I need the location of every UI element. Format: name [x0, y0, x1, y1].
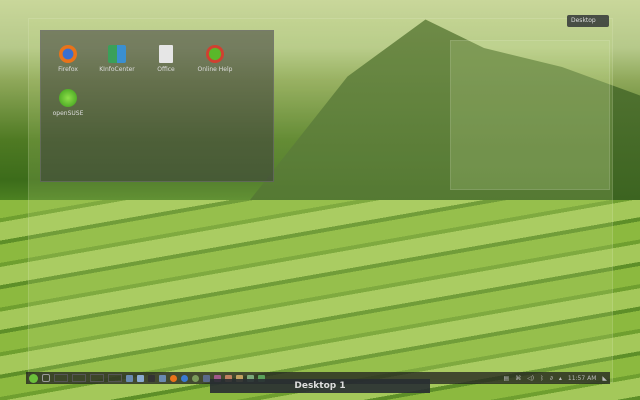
firefox-task-icon[interactable]: [170, 374, 177, 382]
task-icon[interactable]: [126, 374, 133, 382]
task-icon[interactable]: [159, 374, 166, 382]
desktop-cube-side: [450, 40, 610, 190]
bluetooth-icon[interactable]: ᛒ: [540, 375, 544, 382]
desktop-toolbox-button[interactable]: Desktop: [567, 15, 609, 27]
desktop-icon-opensuse[interactable]: openSUSE: [38, 89, 98, 117]
toolbox-label: Desktop: [571, 17, 596, 24]
task-icon[interactable]: [203, 374, 210, 382]
desktop-name-label: Desktop 1: [210, 379, 430, 393]
kinfocenter-icon: [108, 45, 126, 63]
task-icon[interactable]: [181, 374, 188, 382]
help-lifebuoy-icon: [206, 45, 224, 63]
pager-desktop-4[interactable]: [108, 374, 122, 382]
clipboard-icon[interactable]: ▤: [504, 375, 510, 382]
icon-label: openSUSE: [52, 110, 84, 117]
desktop-folder-view: Firefox KInfoCenter Office Online Help o…: [40, 30, 274, 182]
kickoff-menu-icon[interactable]: [29, 373, 38, 383]
pager-desktop-2[interactable]: [72, 374, 86, 382]
task-icon[interactable]: [192, 374, 199, 382]
pager-desktop-3[interactable]: [90, 374, 104, 382]
activities-icon[interactable]: [42, 374, 50, 382]
opensuse-icon: [59, 89, 77, 107]
firefox-icon: [59, 45, 77, 63]
system-tray: ▤ ⌘ ◁) ᛒ ∂ ▴ 11:57 AM ◣: [504, 375, 607, 382]
network-icon[interactable]: ⌘: [515, 375, 521, 382]
tray-arrow-icon[interactable]: ▴: [559, 375, 562, 382]
task-icon[interactable]: [137, 374, 144, 382]
desktop-icon-online-help[interactable]: Online Help: [185, 45, 245, 73]
icon-label: Online Help: [197, 66, 233, 73]
link-icon[interactable]: ∂: [550, 375, 553, 382]
panel-toolbox-icon[interactable]: ◣: [602, 375, 607, 382]
clock[interactable]: 11:57 AM: [568, 375, 596, 382]
volume-icon[interactable]: ◁): [527, 375, 534, 382]
task-icon[interactable]: [148, 374, 155, 382]
office-document-icon: [159, 45, 173, 63]
pager-desktop-1[interactable]: [54, 374, 68, 382]
